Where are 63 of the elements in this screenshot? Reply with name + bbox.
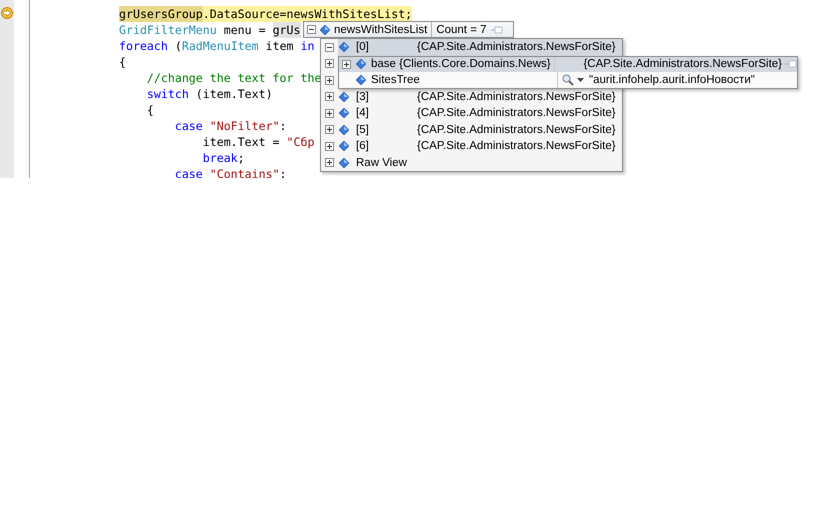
diamond-icon	[339, 108, 349, 118]
expand-icon[interactable]	[325, 125, 334, 134]
diamond-icon	[356, 59, 366, 70]
code-text: in	[300, 38, 314, 54]
code-text: (	[174, 38, 182, 54]
code-text: GridFilterMenu	[119, 22, 217, 38]
code-text: break	[202, 150, 238, 166]
expand-icon[interactable]	[325, 158, 334, 168]
variable-value: Count = 7	[436, 24, 487, 36]
code-text: //change the text for the	[146, 70, 322, 86]
item-name[interactable]: SitesTree	[371, 74, 420, 86]
item-name[interactable]: [6]	[354, 138, 371, 154]
item-name[interactable]: [3]	[354, 88, 371, 105]
item-value: {CAP.Site.Administrators.NewsForSite}	[416, 122, 617, 138]
expand-icon[interactable]	[325, 76, 334, 85]
code-text: "Сбр	[286, 134, 314, 150]
item-name[interactable]: base {Clients.Core.Domains.News}	[371, 58, 551, 70]
code-text: "Contains"	[208, 166, 280, 178]
item-value: {CAP.Site.Administrators.NewsForSite}	[583, 58, 782, 70]
code-text: :	[280, 118, 287, 134]
collapse-icon[interactable]	[307, 25, 316, 34]
magnifier-icon[interactable]	[562, 74, 574, 86]
item-name[interactable]: Raw View	[354, 154, 409, 171]
item-name[interactable]: [4]	[354, 105, 371, 122]
item-value: {CAP.Site.Administrators.NewsForSite}	[416, 40, 617, 56]
item-name[interactable]: [5]	[354, 122, 371, 138]
code-text: .DataSource=newsWithSitesList;	[202, 6, 412, 22]
item-value: {CAP.Site.Administrators.NewsForSite}	[416, 90, 617, 105]
code-text: foreach	[119, 38, 168, 54]
code-text: switch	[146, 86, 189, 102]
diamond-icon	[339, 158, 349, 168]
expand-icon[interactable]	[342, 60, 351, 69]
variable-name: newsWithSitesList	[334, 24, 428, 36]
dropdown-arrow-icon[interactable]	[577, 78, 584, 82]
diamond-icon	[339, 141, 349, 152]
expand-icon[interactable]	[325, 142, 334, 151]
expand-icon[interactable]	[325, 108, 334, 118]
diamond-icon	[356, 74, 366, 85]
diamond-icon	[320, 24, 330, 34]
item-value: "aurit.infohelp.aurit.infoНовости"	[589, 74, 755, 86]
code-text: item	[264, 38, 295, 54]
item-value: {CAP.Site.Administrators.NewsForSite}	[416, 139, 617, 154]
code-text: {	[119, 54, 126, 70]
code-text: ;	[238, 150, 245, 166]
code-text: grUsersGroup	[119, 6, 203, 22]
code-text: {	[146, 102, 154, 118]
expand-icon[interactable]	[325, 92, 334, 102]
code-text: :	[280, 166, 287, 178]
code-text: (item.Text)	[194, 86, 273, 102]
diamond-icon	[339, 92, 349, 102]
item-name[interactable]: [0]	[354, 39, 371, 56]
expand-icon[interactable]	[325, 59, 334, 68]
code-text: RadMenuItem	[182, 38, 259, 54]
code-text: menu =	[222, 22, 267, 38]
code-text: item.Text =	[202, 134, 281, 150]
item-value: {CAP.Site.Administrators.NewsForSite}	[416, 106, 617, 122]
collapse-icon[interactable]	[325, 42, 334, 52]
diamond-icon	[339, 42, 349, 52]
code-text: case	[174, 118, 203, 134]
code-text: case	[174, 166, 203, 178]
code-text: "NoFilter"	[208, 118, 280, 134]
code-text: grUs	[272, 22, 300, 38]
diamond-icon	[339, 124, 349, 135]
